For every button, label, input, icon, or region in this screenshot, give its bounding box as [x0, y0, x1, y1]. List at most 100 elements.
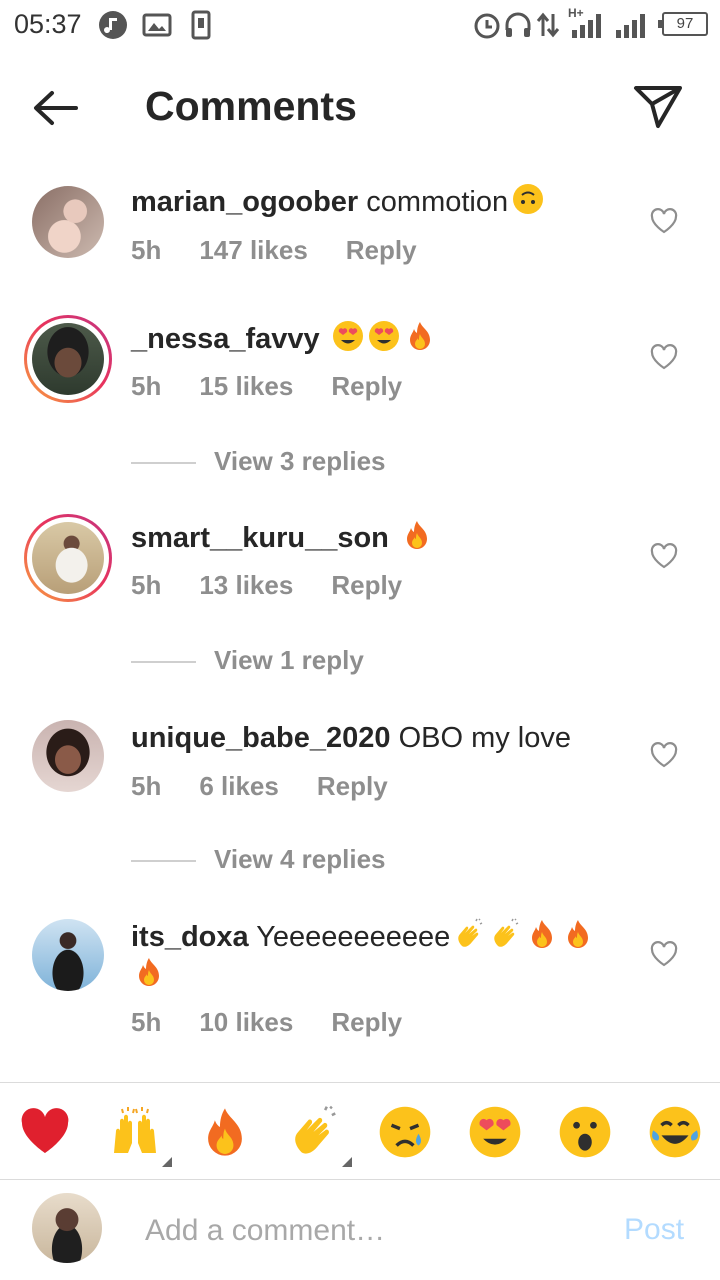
view-replies-link[interactable]: View 3 replies: [131, 446, 386, 477]
comment-username[interactable]: its_doxa: [131, 921, 249, 953]
reply-button[interactable]: Reply: [317, 771, 388, 801]
headphones-icon: [505, 12, 531, 37]
comment-body: OBO my love: [398, 722, 571, 754]
comment-username[interactable]: smart__kuru__son: [131, 522, 389, 554]
battery-indicator: 97: [658, 12, 708, 36]
comment-likes[interactable]: 15 likes: [199, 371, 293, 401]
fire-emoji: [139, 958, 159, 986]
avatar[interactable]: [32, 720, 104, 792]
comment-text: its_doxa Yeeeeeeeeeee: [131, 918, 621, 994]
avatar: [32, 323, 104, 395]
reply-button[interactable]: Reply: [331, 371, 402, 401]
comment-item: marian_ogoober commotion 5h 147 likes Repl…: [0, 180, 720, 290]
fire-emoji: [406, 521, 427, 549]
heart-outline-icon[interactable]: [650, 742, 678, 768]
comment-text: unique_babe_2020 OBO my love: [131, 719, 621, 757]
divider-line: [131, 661, 196, 664]
view-replies-label: View 3 replies: [214, 446, 386, 476]
heart-outline-icon[interactable]: [650, 941, 678, 967]
comment-composer: Post: [0, 1181, 720, 1280]
gallery-icon: [142, 13, 172, 37]
clapping-hands-emoji: [458, 918, 483, 947]
view-replies-label: View 1 reply: [214, 645, 364, 675]
avatar: [32, 1193, 102, 1263]
fire-emoji: [409, 322, 430, 350]
heart-outline-icon[interactable]: [650, 208, 678, 234]
header: Comments: [0, 60, 720, 155]
comment-item: unique_babe_2020 OBO my love 5h 6 likes Re…: [0, 716, 720, 826]
comment-item: its_doxa Yeeeeeeeeeee 5h 10 likes Reply: [0, 915, 720, 1045]
comment-item: _nessa_favvy 5h 15 likes Reply: [0, 315, 720, 425]
comment-time: 5h: [131, 570, 162, 600]
upside-down-face-emoji: [513, 184, 544, 214]
avatar[interactable]: [32, 919, 104, 991]
clapping-hands-emoji: [494, 918, 519, 947]
status-time: 05:37: [14, 9, 82, 39]
comment-username[interactable]: marian_ogoober: [131, 186, 358, 218]
avatar: [32, 522, 104, 594]
comment-time: 5h: [131, 235, 162, 265]
divider-line: [131, 462, 196, 465]
comment-time: 5h: [131, 371, 162, 401]
signal-icon: [616, 14, 645, 38]
open-mouth-face-emoji[interactable]: [558, 1105, 612, 1159]
comment-text: _nessa_favvy: [131, 320, 621, 358]
post-button[interactable]: Post: [624, 1213, 684, 1247]
data-arrows-icon: [536, 12, 560, 38]
paper-plane-icon[interactable]: [630, 78, 686, 134]
comment-body: Yeeeeeeeeeee: [256, 921, 451, 953]
clapping-hands-emoji: [295, 1105, 336, 1154]
heart-eyes-emoji: [332, 321, 363, 351]
comment-time: 5h: [131, 1007, 162, 1037]
signal-icon: [572, 14, 601, 38]
comment-likes[interactable]: 147 likes: [199, 235, 307, 265]
avatar[interactable]: [32, 186, 104, 258]
divider-line: [131, 860, 196, 863]
page-title: Comments: [145, 83, 357, 129]
comment-text: smart__kuru__son: [131, 519, 621, 557]
fire-emoji[interactable]: [198, 1105, 252, 1159]
reply-button[interactable]: Reply: [331, 1007, 402, 1037]
view-replies-label: View 4 replies: [214, 844, 386, 874]
comment-likes[interactable]: 13 likes: [199, 570, 293, 600]
music-icon: [99, 11, 127, 39]
status-bar: 05:37 H+ 97: [0, 0, 720, 50]
view-replies-link[interactable]: View 4 replies: [131, 844, 386, 875]
comment-input[interactable]: [145, 1209, 595, 1253]
comment-likes[interactable]: 10 likes: [199, 1007, 293, 1037]
fire-emoji: [532, 920, 553, 948]
raising-hands-emoji-button[interactable]: [108, 1105, 172, 1167]
comment-meta: 5h 15 likes Reply: [131, 371, 440, 402]
skin-tone-indicator: [342, 1157, 352, 1167]
alarm-icon: [474, 13, 500, 39]
comment-likes[interactable]: 6 likes: [199, 771, 279, 801]
sd-card-icon: [191, 10, 211, 40]
avatar-story-ring[interactable]: [24, 514, 112, 602]
red-heart-emoji[interactable]: [18, 1105, 72, 1159]
comment-body: commotion: [366, 186, 509, 218]
comment-username[interactable]: unique_babe_2020: [131, 722, 391, 754]
comment-meta: 5h 13 likes Reply: [131, 570, 440, 601]
reply-button[interactable]: Reply: [346, 235, 417, 265]
heart-eyes-emoji[interactable]: [468, 1105, 522, 1159]
comment-username[interactable]: _nessa_favvy: [131, 323, 320, 355]
comment-meta: 5h 6 likes Reply: [131, 771, 426, 802]
skin-tone-indicator: [162, 1157, 172, 1167]
comment-item: smart__kuru__son 5h 13 likes Reply: [0, 514, 720, 624]
reply-button[interactable]: Reply: [331, 570, 402, 600]
clapping-hands-emoji-button[interactable]: [288, 1105, 352, 1167]
comment-meta: 5h 10 likes Reply: [131, 1007, 440, 1038]
arrow-left-icon[interactable]: [28, 82, 84, 134]
comment-meta: 5h 147 likes Reply: [131, 235, 455, 266]
comment-text: marian_ogoober commotion: [131, 183, 621, 221]
crying-face-emoji[interactable]: [378, 1105, 432, 1159]
heart-outline-icon[interactable]: [650, 543, 678, 569]
heart-outline-icon[interactable]: [650, 344, 678, 370]
tears-of-joy-emoji[interactable]: [648, 1105, 702, 1159]
avatar-story-ring[interactable]: [24, 315, 112, 403]
raising-hands-emoji: [114, 1107, 156, 1153]
comment-time: 5h: [131, 771, 162, 801]
fire-emoji: [568, 920, 589, 948]
heart-eyes-emoji: [368, 321, 399, 351]
view-replies-link[interactable]: View 1 reply: [131, 645, 364, 676]
